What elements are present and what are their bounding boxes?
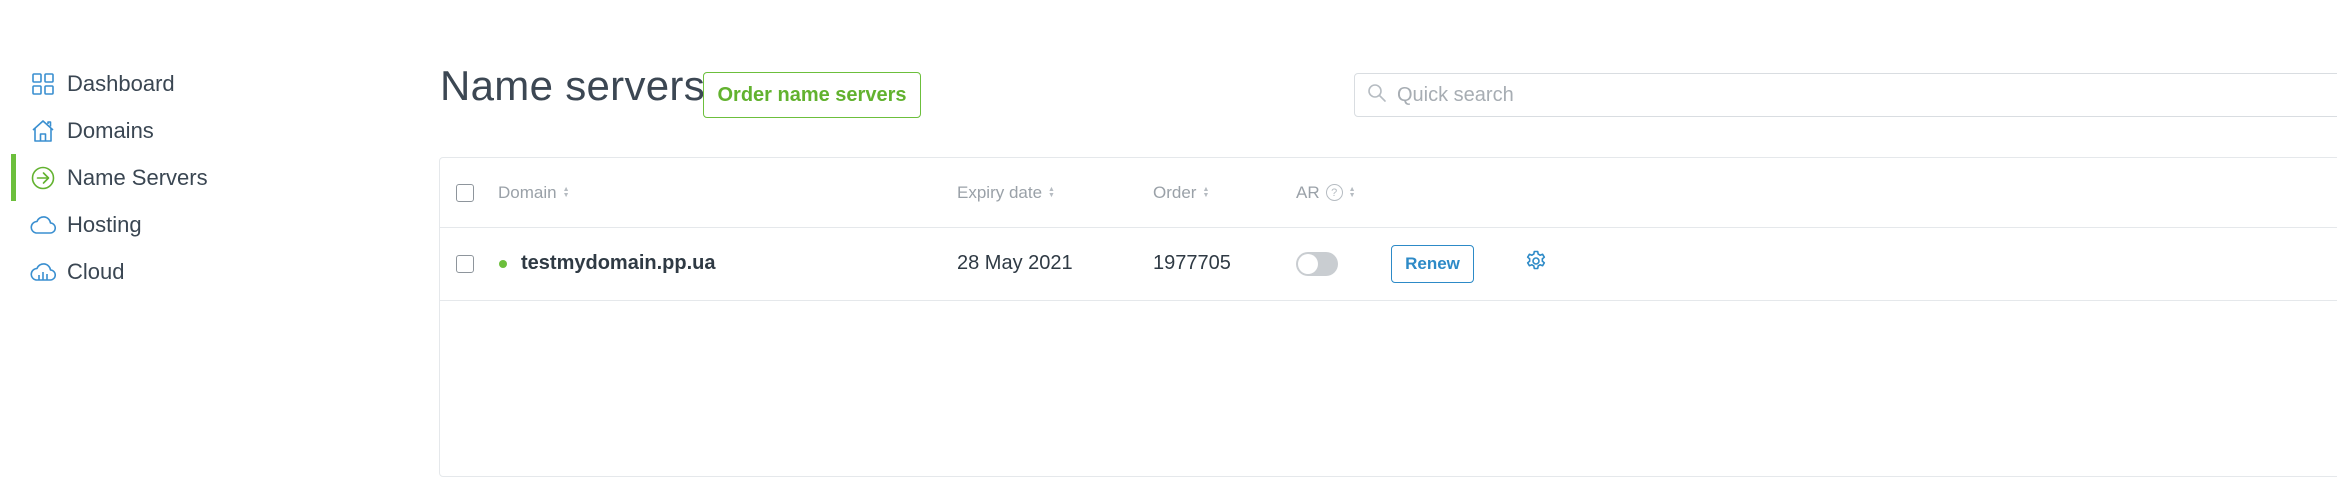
domain-name-link[interactable]: testmydomain.pp.ua: [521, 252, 715, 275]
column-header-domain[interactable]: Domain ▲ ▼: [498, 158, 570, 227]
expiry-date: 28 May 2021: [957, 252, 1073, 274]
sort-icon: ▲ ▼: [562, 185, 570, 199]
house-icon: [30, 118, 56, 144]
sidebar-item-label: Hosting: [67, 211, 142, 237]
table-row: testmydomain.pp.ua 28 May 2021 1977705 R…: [440, 227, 2337, 301]
sort-icon: ▲ ▼: [1202, 185, 1210, 199]
column-header-expiry[interactable]: Expiry date ▲ ▼: [957, 158, 1055, 227]
select-all-checkbox[interactable]: [456, 183, 474, 202]
search-icon: [1367, 83, 1387, 108]
renew-button[interactable]: Renew: [1391, 244, 1474, 283]
column-header-ar[interactable]: AR ? ▲ ▼: [1296, 158, 1356, 227]
domains-table: Domain ▲ ▼ Expiry date ▲ ▼ Order ▲ ▼ AR ? ▲…: [439, 157, 2337, 477]
arrow-circle-icon: [30, 165, 56, 191]
row-checkbox[interactable]: [456, 254, 474, 273]
column-header-label: Expiry date: [957, 182, 1043, 202]
table-header: Domain ▲ ▼ Expiry date ▲ ▼ Order ▲ ▼ AR ? ▲…: [440, 158, 2337, 228]
sidebar-item-label: Domains: [67, 117, 154, 143]
column-header-label: Order: [1153, 182, 1197, 202]
help-icon[interactable]: ?: [1325, 184, 1343, 201]
sidebar-item-domains[interactable]: Domains: [0, 107, 400, 154]
page-title: Name servers: [440, 62, 705, 109]
sidebar: Dashboard Domains Name Servers Hosting C…: [0, 60, 400, 295]
sidebar-item-dashboard[interactable]: Dashboard: [0, 60, 400, 107]
sort-icon: ▲ ▼: [1348, 185, 1356, 199]
column-header-label: Domain: [498, 182, 557, 202]
toggle-knob: [1298, 253, 1318, 274]
column-header-order[interactable]: Order ▲ ▼: [1153, 158, 1209, 227]
order-number: 1977705: [1153, 252, 1231, 274]
search-input[interactable]: [1395, 82, 1799, 108]
sidebar-item-cloud[interactable]: Cloud: [0, 248, 400, 295]
gear-icon[interactable]: [1524, 249, 1548, 278]
sidebar-item-hosting[interactable]: Hosting: [0, 201, 400, 248]
cloud-icon: [30, 212, 56, 238]
status-indicator: [499, 259, 507, 268]
auto-renew-toggle[interactable]: [1296, 251, 1338, 276]
sidebar-item-label: Dashboard: [67, 70, 175, 96]
order-name-servers-button[interactable]: Order name servers: [703, 72, 921, 118]
quick-search[interactable]: [1354, 73, 2337, 117]
sort-icon: ▲ ▼: [1048, 185, 1055, 199]
sidebar-item-label: Name Servers: [67, 164, 208, 190]
cloud-chart-icon: [30, 259, 56, 285]
grid-icon: [30, 71, 56, 97]
sidebar-item-label: Cloud: [67, 258, 125, 284]
column-header-label: AR: [1296, 182, 1320, 202]
sidebar-item-name-servers[interactable]: Name Servers: [0, 154, 400, 201]
